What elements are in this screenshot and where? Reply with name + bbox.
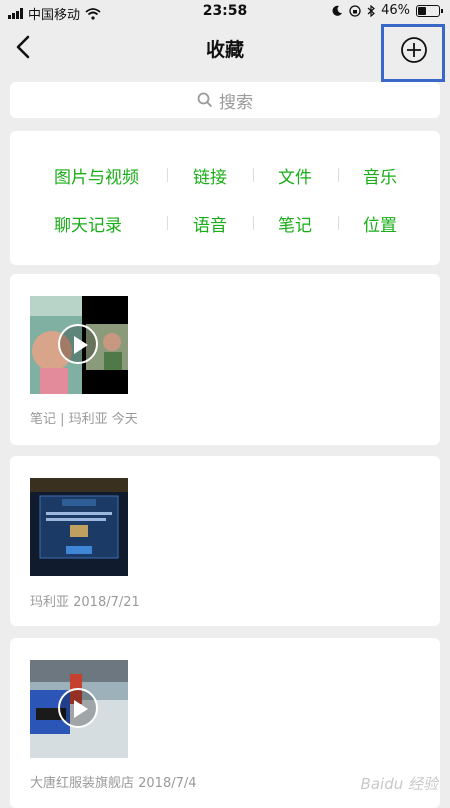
highlight-box (381, 24, 445, 82)
item-meta: 笔记 | 玛利亚 今天 (30, 412, 138, 427)
divider (167, 216, 168, 230)
add-circle-icon[interactable] (400, 36, 428, 64)
status-right: 46% (332, 3, 443, 18)
video-thumbnail (30, 296, 128, 394)
category-location[interactable]: 位置 (363, 211, 397, 236)
favorite-item[interactable]: 笔记 | 玛利亚 今天 (10, 274, 440, 445)
item-meta: 大唐红服装旗舰店 2018/7/4 (30, 776, 197, 791)
category-chat-history[interactable]: 聊天记录 (54, 211, 122, 236)
divider (167, 168, 168, 182)
divider (253, 216, 254, 230)
search-icon (197, 92, 213, 108)
moon-icon (332, 5, 343, 16)
image-thumbnail (30, 478, 128, 576)
orientation-lock-icon (349, 4, 361, 17)
category-files[interactable]: 文件 (278, 163, 312, 188)
battery-percent: 46% (381, 3, 410, 18)
favorite-item[interactable]: 玛利亚 2018/7/21 (10, 456, 440, 626)
divider (338, 216, 339, 230)
category-panel: 图片与视频 链接 文件 音乐 聊天记录 语音 笔记 位置 (10, 131, 440, 265)
nav-bar: 收藏 (0, 24, 450, 82)
divider (253, 168, 254, 182)
divider (338, 168, 339, 182)
watermark: Baidu 经验 (360, 775, 438, 793)
video-thumbnail (30, 660, 128, 758)
play-icon (58, 324, 98, 364)
play-icon (58, 688, 98, 728)
item-meta: 玛利亚 2018/7/21 (30, 595, 140, 610)
category-links[interactable]: 链接 (193, 163, 227, 188)
battery-icon (416, 4, 443, 17)
category-music[interactable]: 音乐 (363, 163, 397, 188)
search-bar[interactable]: 搜索 (10, 82, 440, 118)
search-placeholder: 搜索 (219, 92, 253, 113)
status-bar: 中国移动 23:58 46% (0, 0, 450, 23)
thumbnail-image (30, 478, 128, 576)
category-voice[interactable]: 语音 (193, 211, 227, 236)
category-notes[interactable]: 笔记 (278, 211, 312, 236)
bluetooth-icon (367, 4, 376, 17)
category-photos-videos[interactable]: 图片与视频 (54, 163, 139, 188)
